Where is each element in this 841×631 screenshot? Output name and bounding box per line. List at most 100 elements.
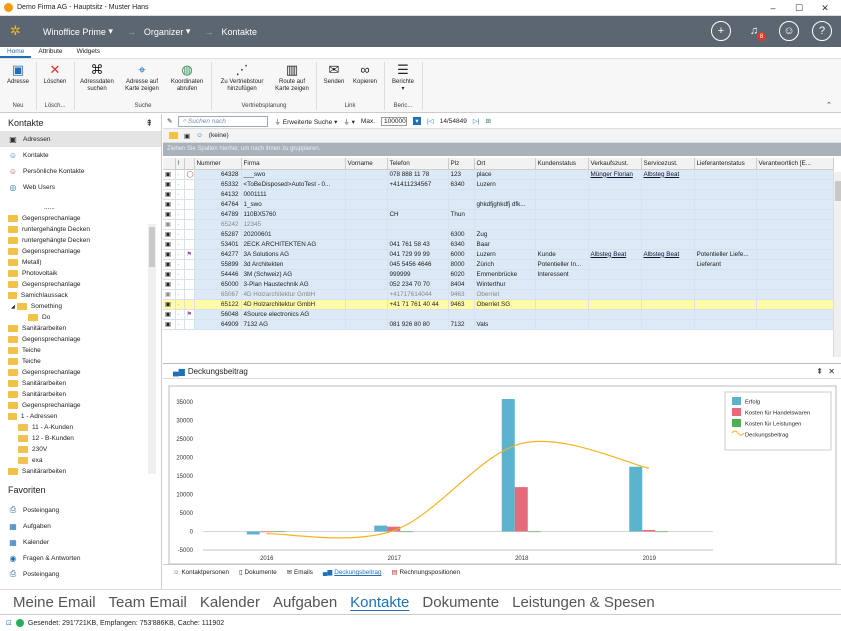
tree-item[interactable]: 11 - A-Kunden bbox=[8, 422, 154, 433]
column-header[interactable]: Lieferantenstatus bbox=[694, 158, 757, 170]
tree-item[interactable]: ◢Samichlaussack bbox=[8, 290, 154, 301]
extended-search-button[interactable]: ⏚ Erweiterte Suche ▾ bbox=[274, 116, 337, 126]
column-header[interactable] bbox=[184, 158, 195, 170]
column-header[interactable]: Kundenstatus bbox=[535, 158, 589, 170]
tree-item[interactable]: Do bbox=[8, 312, 154, 323]
tree-item[interactable]: ...... bbox=[8, 202, 154, 213]
grid-scrollbar[interactable] bbox=[833, 172, 841, 357]
maximize-button[interactable]: ☐ bbox=[786, 0, 812, 16]
column-header[interactable]: Servicezust. bbox=[641, 158, 695, 170]
column-header[interactable]: Firma bbox=[241, 158, 346, 170]
copy-link-button[interactable]: ∞ Kopieren bbox=[350, 61, 380, 86]
chart-pin-icon[interactable]: ⇞ bbox=[816, 367, 823, 376]
send-link-button[interactable]: ✉ Senden bbox=[320, 61, 348, 86]
column-header[interactable]: Plz bbox=[448, 158, 475, 170]
tree-item[interactable]: ◢ Something bbox=[8, 301, 154, 312]
tree-item[interactable]: Gegensprechanlage bbox=[8, 334, 154, 345]
table-row[interactable]: ▣ · 65332 <ToBeDisposed>AutoTest - 0... +414… bbox=[163, 179, 834, 190]
table-row[interactable]: ▣ · 65067 4D Holzarchitektur GmbH +417176140… bbox=[163, 289, 834, 300]
crumb-organizer[interactable]: Organizer ▾ bbox=[144, 26, 191, 37]
nav-web-users[interactable]: ◎ Web Users bbox=[0, 179, 161, 195]
tab-dokumente[interactable]: ▯ Dokumente bbox=[239, 569, 277, 576]
bell-icon[interactable]: ♫ 8 bbox=[744, 21, 766, 41]
nav-team-email[interactable]: Team Email bbox=[109, 594, 187, 611]
tree-item[interactable]: 12 - B-Kunden bbox=[8, 433, 154, 444]
table-row[interactable]: ▣ · ◯ 64328 ___swo 078 888 11 78 123 place Münge… bbox=[163, 169, 834, 180]
new-address-button[interactable]: ▣ Adresse bbox=[4, 61, 32, 86]
excel-export-icon[interactable]: ⊞ bbox=[486, 117, 491, 125]
table-row[interactable]: ▣ · 54446 3M (Schweiz) AG 999999 6020 Emmenbrü… bbox=[163, 269, 834, 280]
tree-item[interactable]: runtergehängte Decken bbox=[8, 235, 154, 246]
tree-item[interactable]: ◢1 - Adressen bbox=[8, 411, 154, 422]
delete-button[interactable]: ✕ Löschen bbox=[40, 61, 70, 86]
nav-dokumente[interactable]: Dokumente bbox=[422, 594, 499, 611]
table-row[interactable]: ▣ · 65000 3-Plan Haustechnik AG 052 234 70 7… bbox=[163, 279, 834, 290]
table-row[interactable]: ▣ · 65242 12345 bbox=[163, 219, 834, 230]
first-page-icon[interactable]: |◁ bbox=[427, 117, 434, 125]
tree-item[interactable]: Gegensprechanlage bbox=[8, 246, 154, 257]
favorite-item[interactable]: ◉ Fragen & Antworten bbox=[0, 550, 160, 566]
user-icon[interactable]: ☺ bbox=[779, 21, 799, 41]
column-header[interactable]: Vorname bbox=[345, 158, 388, 170]
tree-item[interactable]: Gegensprechanlage bbox=[8, 279, 154, 290]
gears-icon[interactable]: ✲ bbox=[10, 23, 21, 39]
tab-deckungsbeitrag[interactable]: ▄▆ Deckungsbeitrag bbox=[323, 569, 382, 576]
chart-close-icon[interactable]: ✕ bbox=[828, 367, 835, 376]
table-row[interactable]: ▣ · 64789 110BX5760 CH Thun bbox=[163, 209, 834, 220]
favorite-item[interactable]: ▦ Aufgaben bbox=[0, 518, 160, 534]
nav-leistungen[interactable]: Leistungen & Spesen bbox=[512, 594, 655, 611]
person-icon[interactable]: ☺ bbox=[196, 132, 203, 139]
nav-adressen[interactable]: ▣ Adressen bbox=[0, 131, 161, 147]
minimize-button[interactable]: – bbox=[760, 0, 786, 16]
column-header[interactable]: Nummer bbox=[194, 158, 242, 170]
nav-kalender[interactable]: Kalender bbox=[200, 594, 260, 611]
column-header[interactable] bbox=[163, 158, 176, 170]
nav-kontakte[interactable]: Kontakte bbox=[350, 594, 409, 611]
tab-rechnungspositionen[interactable]: ▤ Rechnungspositionen bbox=[392, 569, 461, 576]
tree-item[interactable]: 230V bbox=[8, 444, 154, 455]
expand-icon[interactable]: ◢ bbox=[11, 304, 15, 310]
nav-aufgaben[interactable]: Aufgaben bbox=[273, 594, 337, 611]
tab-home[interactable]: Home bbox=[0, 47, 32, 58]
column-header[interactable]: Ort bbox=[474, 158, 536, 170]
tree-item[interactable]: runtergehängte Decken bbox=[8, 224, 154, 235]
table-row[interactable]: ▣ · 64909 7132 AG 081 926 80 80 7132 Vals bbox=[163, 319, 834, 330]
get-coordinates-button[interactable]: ◍ Koordinaten abrufen bbox=[167, 61, 207, 93]
tree-item[interactable]: Gegensprechanlage bbox=[8, 213, 154, 224]
table-row[interactable]: ▣ · 65122 4D Holzarchitektur GmbH +41 71 761… bbox=[163, 299, 834, 310]
tab-attribute[interactable]: Attribute bbox=[31, 47, 69, 58]
table-row[interactable]: ▣ · 55899 3d Architekten 045 5456 4646 8000 Zü… bbox=[163, 259, 834, 270]
max-dropdown-icon[interactable]: ▾ bbox=[413, 117, 422, 125]
filter-dropdown[interactable]: ⏚ ▾ bbox=[343, 116, 355, 126]
folder-icon[interactable] bbox=[169, 132, 178, 139]
tree-item[interactable]: Sanitärarbeiten bbox=[8, 389, 154, 400]
crumb-winoffice[interactable]: Winoffice Prime ▾ bbox=[43, 26, 113, 37]
collapse-ribbon-icon[interactable]: ⌃ bbox=[826, 101, 832, 109]
column-header[interactable]: ! bbox=[175, 158, 185, 170]
help-icon[interactable]: ? bbox=[812, 21, 832, 41]
tree-item[interactable]: Teiche bbox=[8, 356, 154, 367]
nav-meine-email[interactable]: Meine Email bbox=[13, 594, 96, 611]
tree-item[interactable]: Sanitärarbeiten bbox=[8, 466, 154, 477]
tree-item[interactable]: exa bbox=[8, 455, 154, 466]
tree-scrollbar[interactable] bbox=[148, 224, 156, 474]
tree-item[interactable]: Sanitärarbeiten bbox=[8, 378, 154, 389]
table-row[interactable]: ▣ · 53401 2ECK ARCHITEKTEN AG 041 761 58 43 6… bbox=[163, 239, 834, 250]
table-row[interactable]: ▣ · ⚑ 56048 4Source electronics AG bbox=[163, 309, 834, 320]
address-card-icon[interactable]: ▣ bbox=[184, 132, 190, 140]
show-on-map-button[interactable]: ⌖ Adresse auf Karte zeigen bbox=[120, 61, 164, 93]
max-field[interactable]: 100000 bbox=[381, 116, 408, 126]
crumb-kontakte[interactable]: Kontakte bbox=[221, 27, 257, 37]
add-sales-tour-button[interactable]: ⋰ Zu Vertriebstour hinzufügen bbox=[214, 61, 270, 93]
table-row[interactable]: ▣ · 64132 0001111 bbox=[163, 189, 834, 200]
tree-item[interactable]: Metall) bbox=[8, 257, 154, 268]
favorite-item[interactable]: ⎙ Posteingang bbox=[0, 566, 160, 582]
column-header[interactable]: Telefon bbox=[387, 158, 449, 170]
tab-kontaktpersonen[interactable]: ☺ Kontaktpersonen bbox=[173, 569, 229, 576]
tree-item[interactable]: Gegensprechanlage bbox=[8, 367, 154, 378]
tree-item[interactable]: Photovoltaik bbox=[8, 268, 154, 279]
table-row[interactable]: ▣ · ⚑ 64277 3A Solutions AG 041 729 99 99 6000… bbox=[163, 249, 834, 260]
table-row[interactable]: ▣ · 65287 20200601 6300 Zug bbox=[163, 229, 834, 240]
route-map-button[interactable]: ▥ Route auf Karte zeigen bbox=[272, 61, 312, 93]
table-row[interactable]: ▣ · 64764 1_swo ghkdfjghkdfj dfk... bbox=[163, 199, 834, 210]
